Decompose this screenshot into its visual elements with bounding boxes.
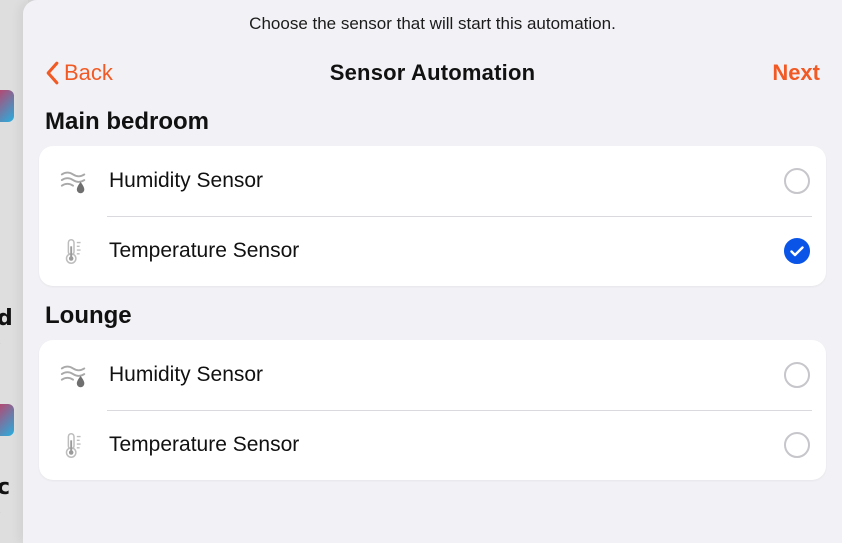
nav-bar: Back Sensor Automation Next (23, 42, 842, 100)
sensor-label: Humidity Sensor (109, 169, 766, 193)
sensor-label: Humidity Sensor (109, 363, 766, 387)
nav-title: Sensor Automation (155, 60, 710, 86)
section-title: Lounge (39, 302, 826, 340)
temperature-icon (57, 428, 91, 462)
humidity-icon (57, 358, 91, 392)
chevron-left-icon (45, 61, 60, 85)
sensor-row-humidity[interactable]: Humidity Sensor (39, 340, 826, 410)
radio-unchecked[interactable] (784, 362, 810, 388)
section-main-bedroom: Main bedroom Humidity Sensor (39, 108, 826, 286)
section-lounge: Lounge Humidity Sensor (39, 302, 826, 480)
instruction-text: Choose the sensor that will start this a… (23, 0, 842, 42)
temperature-icon (57, 234, 91, 268)
content-scroll: Main bedroom Humidity Sensor (23, 100, 842, 492)
humidity-icon (57, 164, 91, 198)
sensor-card: Humidity Sensor (39, 340, 826, 480)
checkmark-icon (790, 246, 804, 257)
back-button[interactable]: Back (45, 60, 113, 86)
radio-checked[interactable] (784, 238, 810, 264)
sensor-row-humidity[interactable]: Humidity Sensor (39, 146, 826, 216)
radio-unchecked[interactable] (784, 168, 810, 194)
sensor-row-temperature[interactable]: Temperature Sensor (39, 216, 826, 286)
sensor-row-temperature[interactable]: Temperature Sensor (39, 410, 826, 480)
sensor-label: Temperature Sensor (109, 239, 766, 263)
sensor-label: Temperature Sensor (109, 433, 766, 457)
section-title: Main bedroom (39, 108, 826, 146)
radio-unchecked[interactable] (784, 432, 810, 458)
modal-sheet: Choose the sensor that will start this a… (23, 0, 842, 543)
next-button[interactable]: Next (772, 60, 820, 86)
sensor-card: Humidity Sensor (39, 146, 826, 286)
back-label: Back (64, 60, 113, 86)
